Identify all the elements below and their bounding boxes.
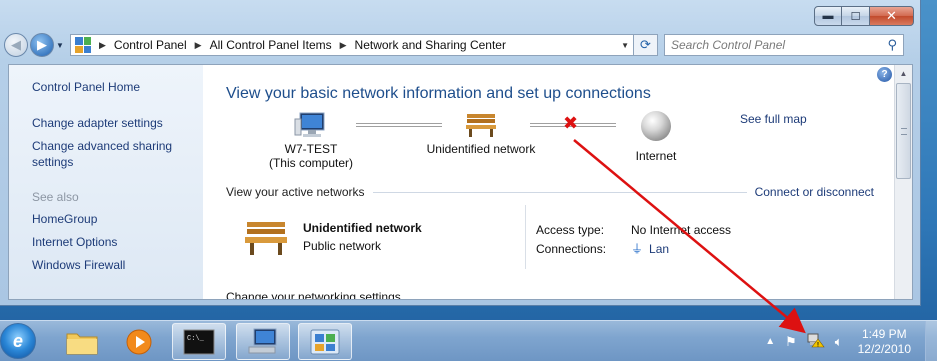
control-panel-icon: [310, 329, 340, 354]
active-networks-label: View your active networks: [226, 185, 365, 199]
control-panel-icon: [75, 37, 91, 53]
computer-icon: [294, 112, 325, 137]
minimize-button[interactable]: ▬: [814, 6, 842, 26]
close-button[interactable]: ✕: [870, 6, 914, 26]
main-pane: View your basic network information and …: [203, 65, 894, 299]
maximize-button[interactable]: ☐: [842, 6, 870, 26]
forward-button[interactable]: ▶: [30, 33, 54, 57]
taskbar-explorer-button[interactable]: [55, 323, 109, 360]
map-node-network[interactable]: Unidentified network: [416, 111, 546, 156]
help-icon[interactable]: ?: [877, 67, 892, 82]
refresh-button[interactable]: ⟳: [634, 34, 658, 56]
taskbar-media-player-button[interactable]: [112, 323, 166, 360]
network-type-link[interactable]: Public network: [303, 239, 381, 253]
breadcrumb-control-panel[interactable]: Control Panel: [114, 38, 187, 52]
see-also-heading: See also: [32, 190, 79, 204]
sidebar-item-advanced-sharing[interactable]: Change advanced sharing settings: [32, 138, 203, 170]
map-node-computer[interactable]: W7-TEST (This computer): [261, 111, 361, 170]
sidebar-item-adapter-settings[interactable]: Change adapter settings: [32, 115, 203, 131]
scroll-up-arrow-icon[interactable]: ▲: [895, 65, 912, 82]
clock-date: 12/2/2010: [857, 341, 911, 356]
left-task-pane: Control Panel Home Change adapter settin…: [9, 65, 203, 299]
details-divider: [525, 205, 526, 269]
lan-connection-icon: ⏚: [631, 242, 644, 256]
folder-icon: [66, 333, 98, 354]
media-player-icon: [126, 329, 152, 354]
notification-area: ▲ ⚑ ! 🔈︎ 1:49 PM 12/2/2010: [760, 321, 937, 361]
clock-time: 1:49 PM: [861, 326, 907, 341]
network-name: Unidentified network: [426, 142, 536, 156]
bench-icon[interactable]: [243, 217, 289, 257]
bench-icon: [466, 114, 496, 137]
map-node-internet[interactable]: Internet: [626, 111, 686, 163]
connections-label: Connections:: [536, 241, 607, 256]
active-network-entry: Unidentified network Public network: [243, 217, 422, 260]
volume-icon[interactable]: 🔈︎: [835, 334, 843, 350]
sidebar-item-windows-firewall[interactable]: Windows Firewall: [32, 257, 203, 273]
clock[interactable]: 1:49 PM 12/2/2010: [858, 327, 911, 357]
breadcrumb-chevron-icon[interactable]: ▶: [99, 40, 106, 51]
network-warning-icon[interactable]: !: [807, 332, 825, 351]
computer-sub: (This computer): [268, 156, 354, 170]
internet-label: Internet: [635, 149, 677, 163]
scroll-thumb[interactable]: [896, 83, 911, 179]
address-bar[interactable]: ▶ Control Panel ▶ All Control Panel Item…: [70, 34, 634, 56]
breadcrumb-all-items[interactable]: All Control Panel Items: [210, 38, 332, 52]
address-dropdown-icon[interactable]: ▼: [621, 41, 629, 50]
action-center-flag-icon[interactable]: ⚑: [785, 334, 797, 350]
command-prompt-icon: C:\_: [183, 329, 215, 354]
vertical-scrollbar[interactable]: ▲: [894, 65, 912, 299]
page-title: View your basic network information and …: [226, 85, 651, 102]
show-hidden-icons-icon[interactable]: ▲: [765, 336, 775, 347]
sidebar-item-control-panel-home[interactable]: Control Panel Home: [32, 79, 203, 95]
taskbar-control-panel-button[interactable]: [298, 323, 352, 360]
active-networks-header: View your active networks Connect or dis…: [226, 185, 874, 199]
caption-buttons: ▬ ☐ ✕: [814, 6, 914, 26]
active-network-name[interactable]: Unidentified network: [303, 221, 422, 235]
search-box[interactable]: ⚲: [664, 34, 904, 56]
see-full-map-link[interactable]: See full map: [740, 112, 807, 126]
section-divider: [372, 191, 747, 193]
navigation-bar: ◀ ▶ ▼ ▶ Control Panel ▶ All Control Pane…: [4, 32, 912, 58]
network-computer-icon: [248, 328, 277, 353]
breadcrumb-chevron-icon[interactable]: ▶: [195, 40, 202, 51]
taskbar-cmd-button[interactable]: C:\_: [172, 323, 226, 360]
content-area: Control Panel Home Change adapter settin…: [8, 64, 913, 300]
disconnected-x-icon: ✖: [563, 113, 579, 133]
svg-text:C:\_: C:\_: [187, 335, 205, 343]
svg-text:!: !: [817, 343, 819, 349]
lan-connection-link[interactable]: Lan: [649, 242, 669, 256]
computer-name: W7-TEST: [284, 142, 338, 156]
breadcrumb-chevron-icon[interactable]: ▶: [340, 40, 347, 51]
taskbar: e C:\_ ▲ ⚑ ! 🔈︎ 1:49 PM 12/2/2010: [0, 320, 937, 361]
network-details: Access type: No Internet access Connecti…: [536, 220, 731, 258]
sidebar-item-internet-options[interactable]: Internet Options: [32, 234, 203, 250]
search-input[interactable]: [671, 38, 888, 52]
back-button[interactable]: ◀: [4, 33, 28, 57]
search-icon[interactable]: ⚲: [887, 37, 897, 53]
show-desktop-button[interactable]: [925, 321, 937, 361]
network-sharing-window: ▬ ☐ ✕ ◀ ▶ ▼ ▶ Control Panel ▶ All Contro…: [0, 0, 921, 306]
change-settings-heading: Change your networking settings: [226, 290, 401, 300]
sidebar-item-homegroup[interactable]: HomeGroup: [32, 211, 203, 227]
globe-icon: [641, 111, 671, 141]
taskbar-network-button[interactable]: [236, 323, 290, 360]
network-map: W7-TEST (This computer) Unidentified net…: [226, 111, 746, 181]
breadcrumb-network-center[interactable]: Network and Sharing Center: [355, 38, 506, 52]
access-type-value: No Internet access: [631, 222, 732, 237]
recent-pages-dropdown[interactable]: ▼: [56, 41, 66, 50]
access-type-label: Access type:: [536, 222, 605, 237]
connect-or-disconnect-link[interactable]: Connect or disconnect: [755, 185, 874, 199]
ie-icon[interactable]: e: [0, 323, 36, 359]
